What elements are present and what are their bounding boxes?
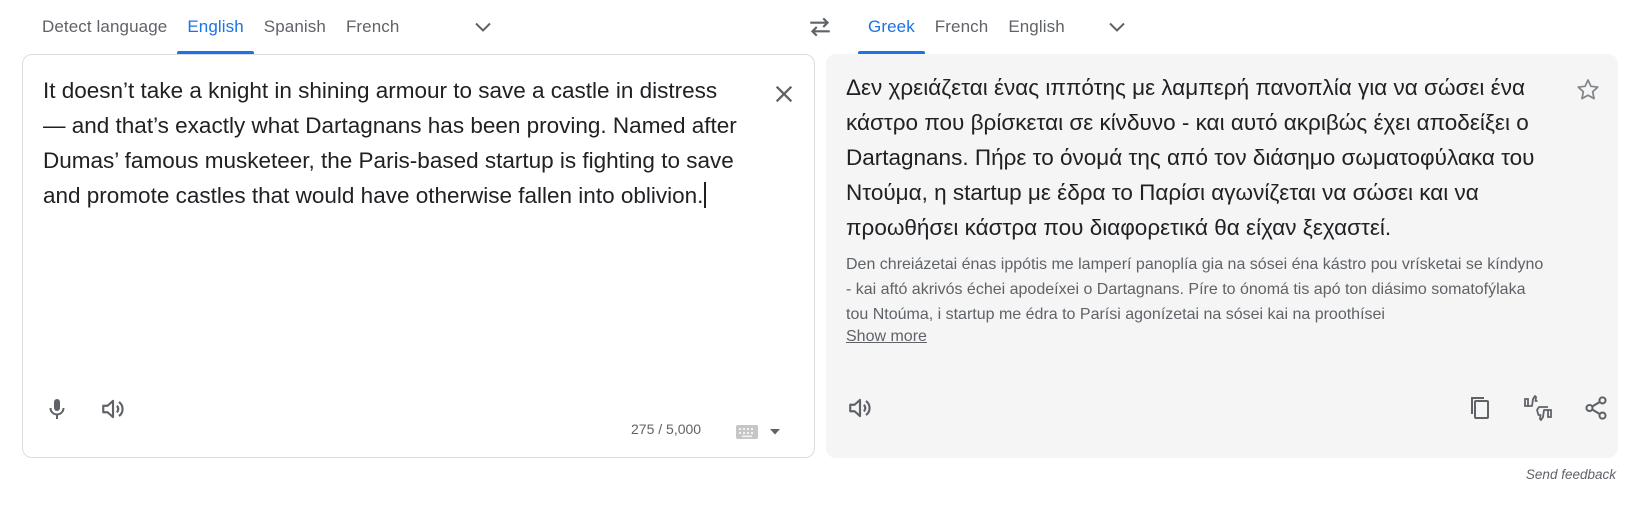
speaker-icon (102, 399, 124, 419)
input-tools-button[interactable] (735, 423, 781, 441)
source-tab-detect-language[interactable]: Detect language (32, 0, 177, 54)
source-more-languages-button[interactable] (459, 0, 507, 54)
source-tab-spanish[interactable]: Spanish (254, 0, 336, 54)
chevron-down-icon (475, 22, 492, 32)
send-feedback-link[interactable]: Send feedback (1526, 467, 1616, 482)
character-count: 275 / 5,000 (631, 421, 702, 437)
star-icon (1577, 79, 1599, 100)
dropdown-arrow-icon (770, 429, 780, 435)
target-tab-greek[interactable]: Greek (858, 0, 925, 54)
source-text-panel: It doesn’t take a knight in shining armo… (22, 54, 815, 458)
transliteration-text: Den chreiázetai énas ippótis me lamperí … (846, 256, 1544, 323)
rate-translation-icon (1524, 395, 1552, 421)
source-text-input[interactable]: It doesn’t take a knight in shining armo… (43, 73, 743, 213)
target-tab-french[interactable]: French (925, 0, 999, 54)
speaker-icon (849, 398, 871, 418)
target-tab-english[interactable]: English (998, 0, 1074, 54)
source-language-bar: Detect language English Spanish French (32, 0, 802, 54)
translation-panel: Δεν χρειάζεται ένας ιππότης με λαμπερή π… (826, 54, 1618, 458)
target-language-bar: Greek French English (858, 0, 1628, 54)
clear-source-button[interactable] (767, 77, 801, 111)
keyboard-icon (736, 425, 758, 439)
text-cursor (704, 182, 706, 208)
swap-languages-button[interactable] (799, 6, 841, 48)
copy-icon (1471, 397, 1489, 419)
translated-text: Δεν χρειάζεται ένας ιππότης με λαμπερή π… (846, 75, 1535, 240)
save-translation-button[interactable] (1568, 70, 1608, 110)
copy-translation-button[interactable] (1460, 388, 1500, 428)
listen-translation-button[interactable] (840, 388, 880, 428)
share-translation-button[interactable] (1576, 388, 1616, 428)
voice-input-button[interactable] (37, 389, 77, 429)
target-more-languages-button[interactable] (1093, 0, 1141, 54)
chevron-down-icon (1109, 22, 1125, 32)
close-icon (775, 85, 793, 103)
rate-translation-button[interactable] (1518, 388, 1558, 428)
source-tab-french[interactable]: French (336, 0, 410, 54)
show-more-link[interactable]: Show more (846, 328, 927, 346)
listen-source-button[interactable] (93, 389, 133, 429)
source-text-content: It doesn’t take a knight in shining armo… (43, 78, 737, 208)
source-tab-english[interactable]: English (177, 0, 255, 54)
swap-arrows-icon (810, 17, 830, 37)
microphone-icon (49, 399, 65, 419)
share-icon (1585, 396, 1607, 420)
